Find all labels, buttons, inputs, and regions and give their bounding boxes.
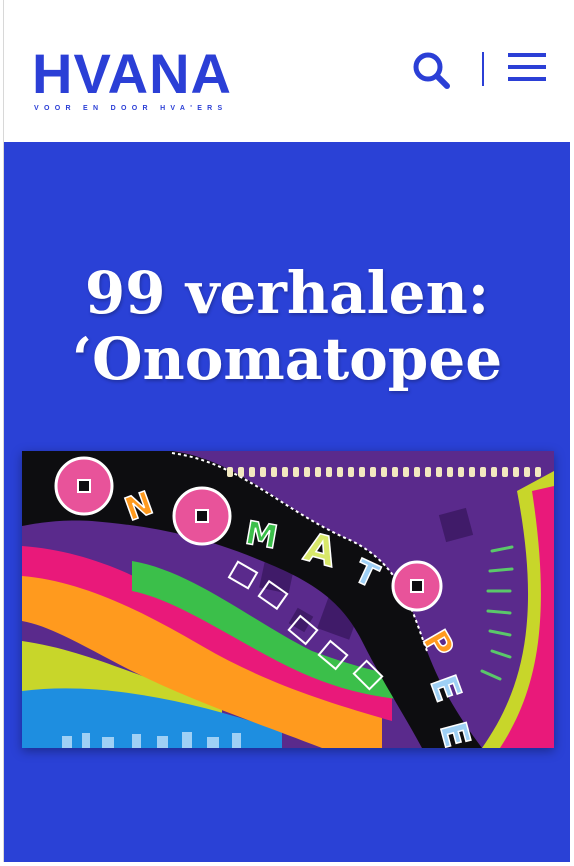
logo-tagline: VOOR EN DOOR HVA'ERS: [34, 105, 228, 112]
menu-button[interactable]: [506, 50, 550, 86]
svg-text:M: M: [243, 513, 281, 556]
site-header: HVANA VOOR EN DOOR HVA'ERS: [4, 0, 570, 142]
hamburger-menu-icon: [508, 53, 546, 81]
article-hero-image[interactable]: N M A T P E E: [22, 451, 554, 748]
onomatopee-illustration: N M A T P E E: [22, 451, 554, 748]
search-button[interactable]: [410, 50, 454, 90]
article-hero: 99 verhalen: ‘Onomatopee N M A T P E E: [4, 142, 570, 862]
logo-wordmark: HVANA: [32, 42, 232, 105]
article-title-line-2: ‘Onomatopee: [71, 325, 503, 393]
article-title-line-1: 99 verhalen:: [84, 259, 490, 327]
search-icon: [413, 52, 450, 89]
header-divider: [482, 52, 484, 86]
hvana-logo[interactable]: HVANA VOOR EN DOOR HVA'ERS: [32, 44, 244, 116]
article-title: 99 verhalen: ‘Onomatopee: [4, 260, 570, 392]
